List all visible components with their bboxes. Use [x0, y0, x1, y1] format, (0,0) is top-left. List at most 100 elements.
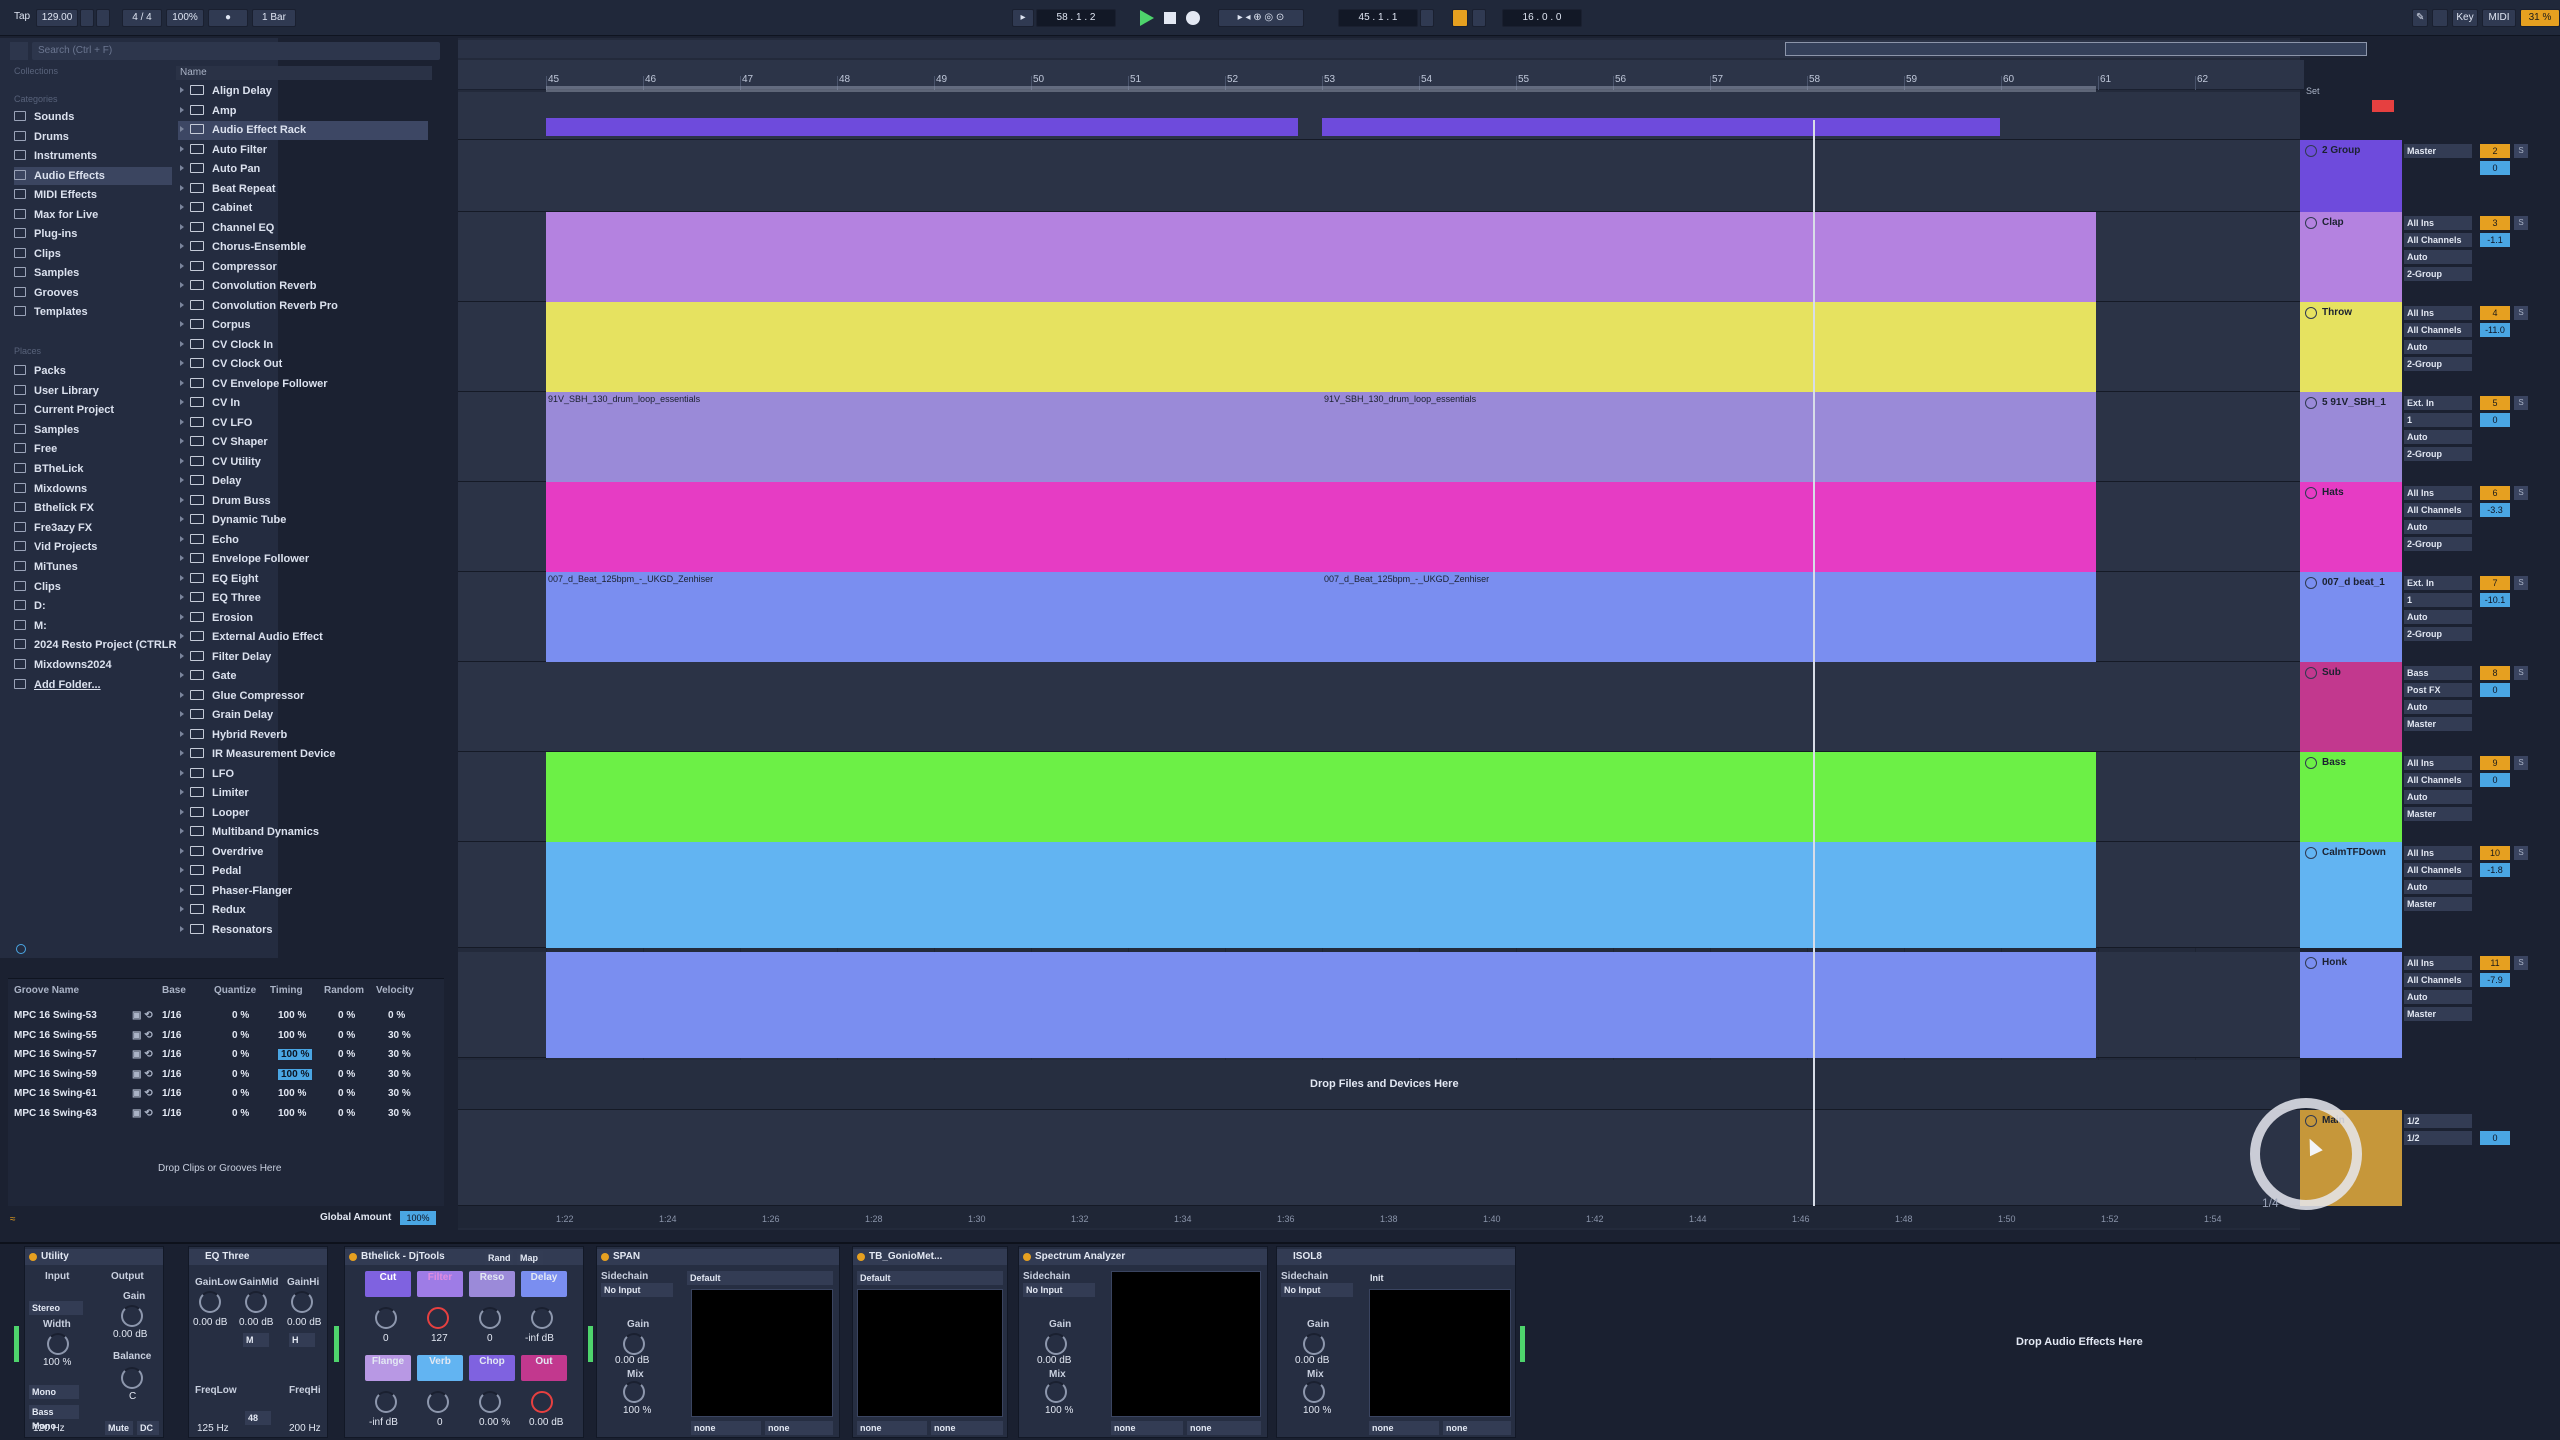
- browser-item[interactable]: Compressor: [178, 258, 428, 277]
- track-routing[interactable]: Auto: [2404, 790, 2472, 804]
- groove-base[interactable]: 1/16: [162, 1088, 181, 1099]
- span-mix-knob[interactable]: [623, 1381, 645, 1403]
- browser-item[interactable]: Auto Filter: [178, 141, 428, 160]
- arrangement-clip[interactable]: [546, 572, 2096, 662]
- solo-button[interactable]: S: [2514, 486, 2528, 500]
- track-fold-icon[interactable]: [2305, 577, 2317, 589]
- browser-item[interactable]: Phaser-Flanger: [178, 882, 428, 901]
- groove-edit-icon[interactable]: ▣ ⟲: [132, 1069, 153, 1080]
- expand-arrow-icon[interactable]: [180, 808, 184, 815]
- gain-knob[interactable]: [121, 1305, 143, 1327]
- groove-timing[interactable]: 100 %: [278, 1010, 306, 1021]
- groove-random[interactable]: 0 %: [338, 1108, 355, 1119]
- groove-edit-icon[interactable]: ▣ ⟲: [132, 1088, 153, 1099]
- track-name[interactable]: Clap: [2322, 217, 2344, 228]
- track-fold-icon[interactable]: [2305, 397, 2317, 409]
- track-routing[interactable]: All Channels: [2404, 773, 2472, 787]
- groove-row[interactable]: MPC 16 Swing-53 ▣ ⟲ 1/16 0 % 100 % 0 % 0…: [8, 1007, 444, 1026]
- track-volume[interactable]: 0: [2480, 683, 2510, 697]
- track-routing[interactable]: 1/2: [2404, 1114, 2472, 1128]
- track-routing[interactable]: Ext. In: [2404, 396, 2472, 410]
- browser-item[interactable]: Limiter: [178, 784, 428, 803]
- groove-row[interactable]: MPC 16 Swing-61 ▣ ⟲ 1/16 0 % 100 % 0 % 3…: [8, 1085, 444, 1104]
- track-name[interactable]: 5 91V_SBH_1: [2322, 397, 2386, 408]
- track-routing[interactable]: Post FX: [2404, 683, 2472, 697]
- quantize-menu[interactable]: 1 Bar: [252, 9, 296, 27]
- expand-arrow-icon[interactable]: [180, 906, 184, 912]
- time-ruler[interactable]: [458, 1206, 2300, 1228]
- expand-arrow-icon[interactable]: [180, 340, 184, 347]
- gonio-on-icon[interactable]: [857, 1253, 865, 1261]
- groove-velocity[interactable]: 30 %: [388, 1088, 411, 1099]
- track-header[interactable]: 5 91V_SBH_1: [2300, 392, 2402, 482]
- groove-edit-icon[interactable]: ▣ ⟲: [132, 1108, 153, 1119]
- track-activator[interactable]: 6: [2480, 486, 2510, 500]
- isol8-input-select[interactable]: No Input: [1281, 1283, 1353, 1297]
- track-routing[interactable]: Bass: [2404, 666, 2472, 680]
- solo-button[interactable]: S: [2514, 216, 2528, 230]
- expand-arrow-icon[interactable]: [180, 379, 184, 386]
- delay-knob[interactable]: [531, 1307, 553, 1329]
- solo-button[interactable]: S: [2514, 306, 2528, 320]
- track-routing[interactable]: Auto: [2404, 520, 2472, 534]
- category-item[interactable]: Clips: [14, 245, 61, 263]
- groove-random[interactable]: 0 %: [338, 1069, 355, 1080]
- mid-band-button[interactable]: M: [243, 1333, 269, 1347]
- browser-item[interactable]: Delay: [178, 472, 428, 491]
- track-name[interactable]: Sub: [2322, 667, 2341, 678]
- expand-arrow-icon[interactable]: [180, 867, 184, 873]
- groove-base[interactable]: 1/16: [162, 1049, 181, 1060]
- groove-timing[interactable]: 100 %: [278, 1068, 313, 1080]
- play-button[interactable]: [1140, 10, 1154, 26]
- track-routing[interactable]: Master: [2404, 1007, 2472, 1021]
- browser-item[interactable]: LFO: [178, 765, 428, 784]
- groove-velocity[interactable]: 0 %: [388, 1010, 405, 1021]
- width-knob[interactable]: [47, 1333, 69, 1355]
- main-track-lane[interactable]: [458, 1110, 2300, 1206]
- track-fold-icon[interactable]: [2305, 145, 2317, 157]
- browser-item[interactable]: Resonators: [178, 921, 428, 940]
- midi-map-button[interactable]: MIDI: [2482, 9, 2516, 27]
- track-routing[interactable]: All Ins: [2404, 306, 2472, 320]
- expand-arrow-icon[interactable]: [180, 145, 184, 152]
- expand-arrow-icon[interactable]: [180, 613, 184, 620]
- category-item[interactable]: Templates: [14, 303, 88, 321]
- browser-item[interactable]: Channel EQ: [178, 219, 428, 238]
- group-clip[interactable]: [546, 118, 1298, 136]
- category-item[interactable]: Grooves: [14, 284, 79, 302]
- expand-arrow-icon[interactable]: [180, 691, 184, 698]
- span-gain-knob[interactable]: [623, 1333, 645, 1355]
- solo-button[interactable]: S: [2514, 396, 2528, 410]
- category-item[interactable]: Samples: [14, 264, 79, 282]
- expand-arrow-icon[interactable]: [180, 886, 184, 893]
- browser-item[interactable]: Dynamic Tube: [178, 511, 428, 530]
- nudge-up-button[interactable]: [96, 9, 110, 27]
- expand-arrow-icon[interactable]: [180, 750, 184, 756]
- track-volume[interactable]: -1.1: [2480, 233, 2510, 247]
- category-item[interactable]: Drums: [14, 128, 69, 146]
- place-item[interactable]: MiTunes: [14, 558, 78, 576]
- span-out2-select[interactable]: none: [765, 1421, 833, 1435]
- bass-freq-value[interactable]: 120 Hz: [33, 1423, 65, 1434]
- browser-item[interactable]: EQ Eight: [178, 570, 428, 589]
- expand-arrow-icon[interactable]: [180, 633, 184, 639]
- groove-edit-icon[interactable]: ▣ ⟲: [132, 1010, 153, 1021]
- spectrum-out1-select[interactable]: none: [1111, 1421, 1183, 1435]
- browser-item[interactable]: Multiband Dynamics: [178, 823, 428, 842]
- track-routing[interactable]: All Ins: [2404, 756, 2472, 770]
- expand-arrow-icon[interactable]: [180, 828, 184, 834]
- groove-quantize[interactable]: 0 %: [232, 1049, 249, 1060]
- gainmid-knob[interactable]: [245, 1291, 267, 1313]
- expand-arrow-icon[interactable]: [180, 204, 184, 210]
- gonio-out1-select[interactable]: none: [857, 1421, 927, 1435]
- track-routing[interactable]: All Channels: [2404, 863, 2472, 877]
- track-routing[interactable]: Master: [2404, 897, 2472, 911]
- groove-random[interactable]: 0 %: [338, 1030, 355, 1041]
- groove-timing[interactable]: 100 %: [278, 1108, 306, 1119]
- expand-arrow-icon[interactable]: [180, 184, 184, 191]
- expand-arrow-icon[interactable]: [180, 477, 184, 483]
- expand-arrow-icon[interactable]: [180, 126, 184, 132]
- category-item[interactable]: Plug-ins: [14, 225, 77, 243]
- browser-item[interactable]: Overdrive: [178, 843, 428, 862]
- browser-item[interactable]: Align Delay: [178, 82, 428, 101]
